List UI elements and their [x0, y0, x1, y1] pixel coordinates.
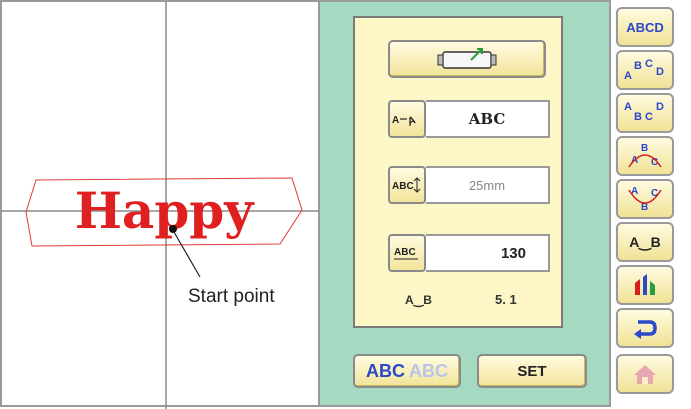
settings-box: A A ABC ABC 25mm ABC 130 A‿B 5. 1: [353, 16, 563, 328]
preview-canvas: Happy: [2, 2, 320, 409]
text-rotate-icon: A A: [392, 114, 418, 128]
svg-text:ABCD: AB CD: [624, 58, 664, 82]
svg-text:ABCD: AB CD: [624, 101, 664, 123]
home-button[interactable]: [616, 354, 674, 394]
start-point-marker: [169, 225, 177, 233]
arc-reverse-button[interactable]: ABC: [616, 179, 674, 219]
layout-arc-up-button[interactable]: AB CD: [616, 50, 674, 90]
back-button[interactable]: [616, 308, 674, 348]
svg-text:A: A: [404, 114, 418, 128]
home-icon: [634, 365, 656, 384]
set-button[interactable]: SET: [477, 354, 587, 388]
preview-text: Happy: [75, 181, 256, 240]
size-button[interactable]: ABC: [388, 166, 426, 204]
spacing-value-field[interactable]: 130: [426, 234, 550, 272]
font-style-active: ABC: [366, 360, 405, 381]
font-style-button[interactable]: ABC ABC: [353, 354, 461, 388]
back-icon: [634, 320, 657, 339]
rotate-button[interactable]: A A: [388, 100, 426, 138]
frame-move-icon: [437, 48, 497, 69]
start-point-label: Start point: [188, 286, 275, 307]
arc-spread-icon: ABC: [628, 143, 662, 168]
mirror-icon: [635, 274, 655, 295]
svg-text:A: A: [392, 115, 399, 126]
char-spacing-button[interactable]: A‿B: [616, 222, 674, 262]
rotate-value-field[interactable]: ABC: [426, 100, 550, 138]
layout-straight-button[interactable]: ABCD: [616, 7, 674, 47]
arc-up-text-icon: AB CD: [624, 58, 664, 82]
svg-text:ABC: ABC: [392, 181, 414, 192]
arc-reverse-icon: ABC: [628, 186, 662, 213]
svg-text:ABC: ABC: [394, 247, 416, 258]
layout-arc-down-button[interactable]: AB CD: [616, 93, 674, 133]
letter-spacing-icon: ABC: [394, 247, 418, 260]
arc-spread-button[interactable]: ABC: [616, 136, 674, 176]
spacing-button[interactable]: ABC: [388, 234, 426, 272]
edit-panel: A A ABC ABC 25mm ABC 130 A‿B 5. 1 ABC AB…: [318, 0, 611, 407]
char-spacing-label: A‿B: [629, 233, 661, 250]
frame-move-button[interactable]: [388, 40, 546, 78]
spacing-ratio: 5. 1: [495, 292, 517, 307]
layout-preview[interactable]: Happy Start point: [0, 0, 320, 409]
spacing-label: A‿B: [405, 293, 432, 307]
text-size-icon: ABC: [392, 177, 421, 193]
layout-straight-label: ABCD: [626, 19, 664, 35]
size-value-field[interactable]: 25mm: [426, 166, 550, 204]
mirror-button[interactable]: [616, 265, 674, 305]
arc-down-text-icon: AB CD: [624, 101, 664, 123]
font-style-inactive: ABC: [409, 360, 448, 381]
